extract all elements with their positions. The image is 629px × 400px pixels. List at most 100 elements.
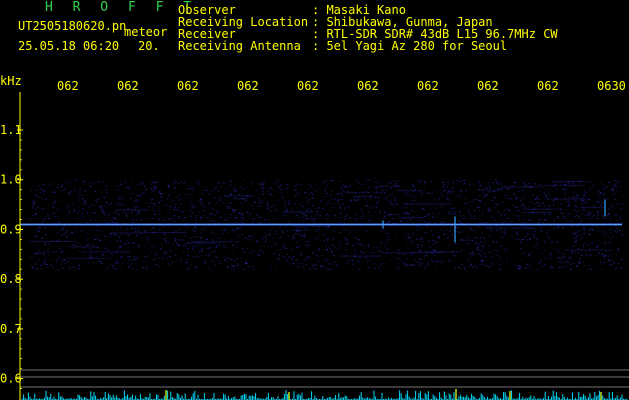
noise-speck (272, 205, 275, 207)
noise-speck (83, 247, 86, 249)
noise-speck (219, 183, 221, 185)
noise-speck (585, 192, 587, 194)
noise-speck (468, 257, 470, 259)
noise-speck (152, 227, 155, 228)
noise-speck (301, 205, 304, 207)
noise-speck (514, 181, 517, 183)
noise-speck (379, 212, 381, 214)
noise-speck (544, 198, 546, 199)
noise-speck (36, 247, 39, 249)
noise-speck (225, 219, 228, 221)
noise-speck (83, 203, 85, 205)
noise-speck (369, 220, 372, 222)
noise-speck (112, 234, 114, 236)
noise-speck (232, 253, 235, 255)
noise-speck (463, 201, 465, 203)
noise-speck (384, 212, 386, 213)
noise-speck (138, 195, 141, 197)
noise-speck (433, 254, 436, 256)
noise-speck (568, 213, 570, 215)
noise-speck (447, 233, 449, 235)
noise-speck (58, 221, 61, 222)
noise-speck (240, 201, 242, 203)
noise-speck (303, 268, 306, 270)
noise-speck (361, 211, 364, 213)
noise-speck (280, 188, 283, 190)
noise-speck (86, 210, 89, 212)
noise-speck (231, 245, 234, 247)
noise-speck (307, 261, 310, 262)
noise-speck (86, 221, 89, 223)
noise-speck (215, 245, 218, 247)
noise-speck (51, 181, 53, 183)
noise-speck (218, 244, 220, 246)
noise-speck (252, 234, 255, 236)
noise-speck (611, 259, 613, 261)
noise-speck (372, 252, 374, 253)
noise-speck (538, 205, 541, 206)
noise-speck (562, 189, 564, 191)
noise-speck (192, 190, 195, 192)
noise-speck (253, 268, 255, 270)
noise-speck (306, 243, 308, 245)
noise-speck (327, 202, 329, 204)
noise-speck (581, 254, 583, 256)
noise-speck (330, 251, 332, 253)
noise-speck (415, 201, 417, 202)
noise-speck (64, 230, 66, 232)
noise-speck (443, 184, 445, 185)
noise-speck (325, 245, 327, 247)
noise-speck (299, 203, 301, 205)
noise-speck (304, 191, 307, 193)
noise-speck (236, 189, 238, 191)
noise-speck (135, 214, 138, 216)
noise-speck (162, 255, 164, 257)
noise-speck (223, 231, 225, 232)
noise-speck (42, 208, 44, 210)
noise-speck (36, 188, 38, 190)
noise-speck (467, 243, 469, 245)
noise-speck (45, 263, 47, 265)
noise-speck (293, 264, 296, 266)
noise-speck (316, 207, 318, 209)
noise-speck (178, 207, 180, 209)
noise-speck (544, 258, 547, 259)
noise-speck (447, 182, 449, 184)
noise-streak (396, 190, 423, 192)
noise-speck (607, 234, 609, 236)
noise-speck (155, 186, 157, 187)
noise-speck (355, 218, 357, 220)
noise-speck (132, 242, 134, 244)
noise-speck (355, 268, 357, 269)
noise-speck (113, 212, 116, 214)
noise-speck (269, 210, 271, 212)
noise-speck (116, 240, 119, 242)
noise-speck (194, 266, 197, 268)
noise-speck (429, 208, 432, 210)
noise-speck (490, 215, 492, 217)
noise-speck (233, 230, 235, 232)
noise-speck (521, 198, 523, 200)
noise-speck (57, 183, 60, 185)
noise-speck (119, 226, 121, 228)
noise-speck (375, 206, 378, 208)
noise-speck (166, 182, 168, 184)
noise-speck (478, 189, 480, 191)
noise-speck (135, 219, 138, 220)
noise-speck (525, 267, 527, 269)
noise-speck (51, 266, 53, 268)
noise-speck (187, 259, 189, 261)
noise-speck (105, 189, 108, 191)
noise-speck (410, 188, 412, 190)
noise-speck (584, 242, 587, 244)
noise-speck (581, 199, 584, 201)
noise-speck (487, 207, 490, 209)
noise-speck (492, 249, 495, 251)
noise-speck (61, 250, 63, 252)
noise-speck (462, 215, 464, 217)
noise-speck (245, 263, 247, 265)
noise-speck (490, 226, 492, 228)
noise-speck (460, 268, 462, 269)
noise-speck (296, 192, 298, 194)
noise-speck (136, 258, 138, 260)
